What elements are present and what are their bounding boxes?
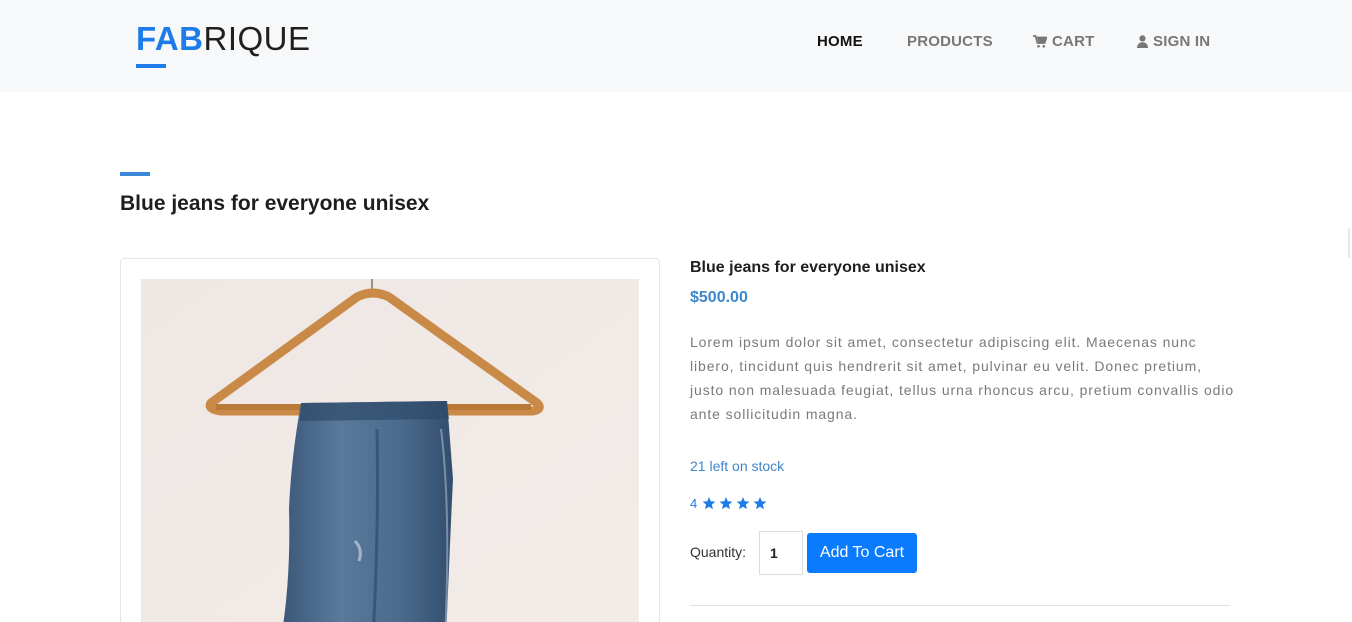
add-to-cart-button[interactable]: Add To Cart [807,533,917,573]
nav-products-label: PRODUCTS [907,32,993,50]
stock-status: 21 left on stock [690,458,785,474]
scrollbar-edge [1348,228,1350,258]
rating-stars [702,497,767,510]
star-icon [702,497,716,510]
top-navbar: FABRIQUE HOME PRODUCTS CART SIGN IN [0,0,1352,92]
user-icon [1137,34,1148,48]
quantity-input[interactable] [759,531,803,575]
nav-cart-link[interactable]: CART [1033,32,1094,50]
nav-home-label: HOME [817,32,863,50]
shopping-cart-icon [1033,34,1047,48]
star-icon [719,497,733,510]
jeans-hanger-illustration [141,279,639,622]
product-description: Lorem ipsum dolor sit amet, consectetur … [690,334,1235,422]
product-image [141,279,639,622]
brand-logo-part1: FAB [136,20,204,57]
nav-signin-link[interactable]: SIGN IN [1137,32,1210,50]
product-name: Blue jeans for everyone unisex [690,259,926,276]
product-image-card [120,258,660,622]
rating-value: 4 [690,496,698,511]
logo-underline [136,64,166,68]
star-icon [753,497,767,510]
product-price: $500.00 [690,289,748,306]
nav-cart-label: CART [1052,32,1095,50]
nav-products-link[interactable]: PRODUCTS [907,32,993,50]
nav-home-link[interactable]: HOME [817,32,863,50]
divider [690,605,1230,606]
star-icon [736,497,750,510]
quantity-label: Quantity: [690,544,747,560]
product-rating: 4 [690,496,767,511]
section-title-accent [120,172,150,176]
nav-signin-label: SIGN IN [1153,32,1211,50]
page-title: Blue jeans for everyone unisex [120,192,430,215]
brand-logo[interactable]: FABRIQUE [136,20,311,58]
brand-logo-part2: RIQUE [203,20,311,57]
